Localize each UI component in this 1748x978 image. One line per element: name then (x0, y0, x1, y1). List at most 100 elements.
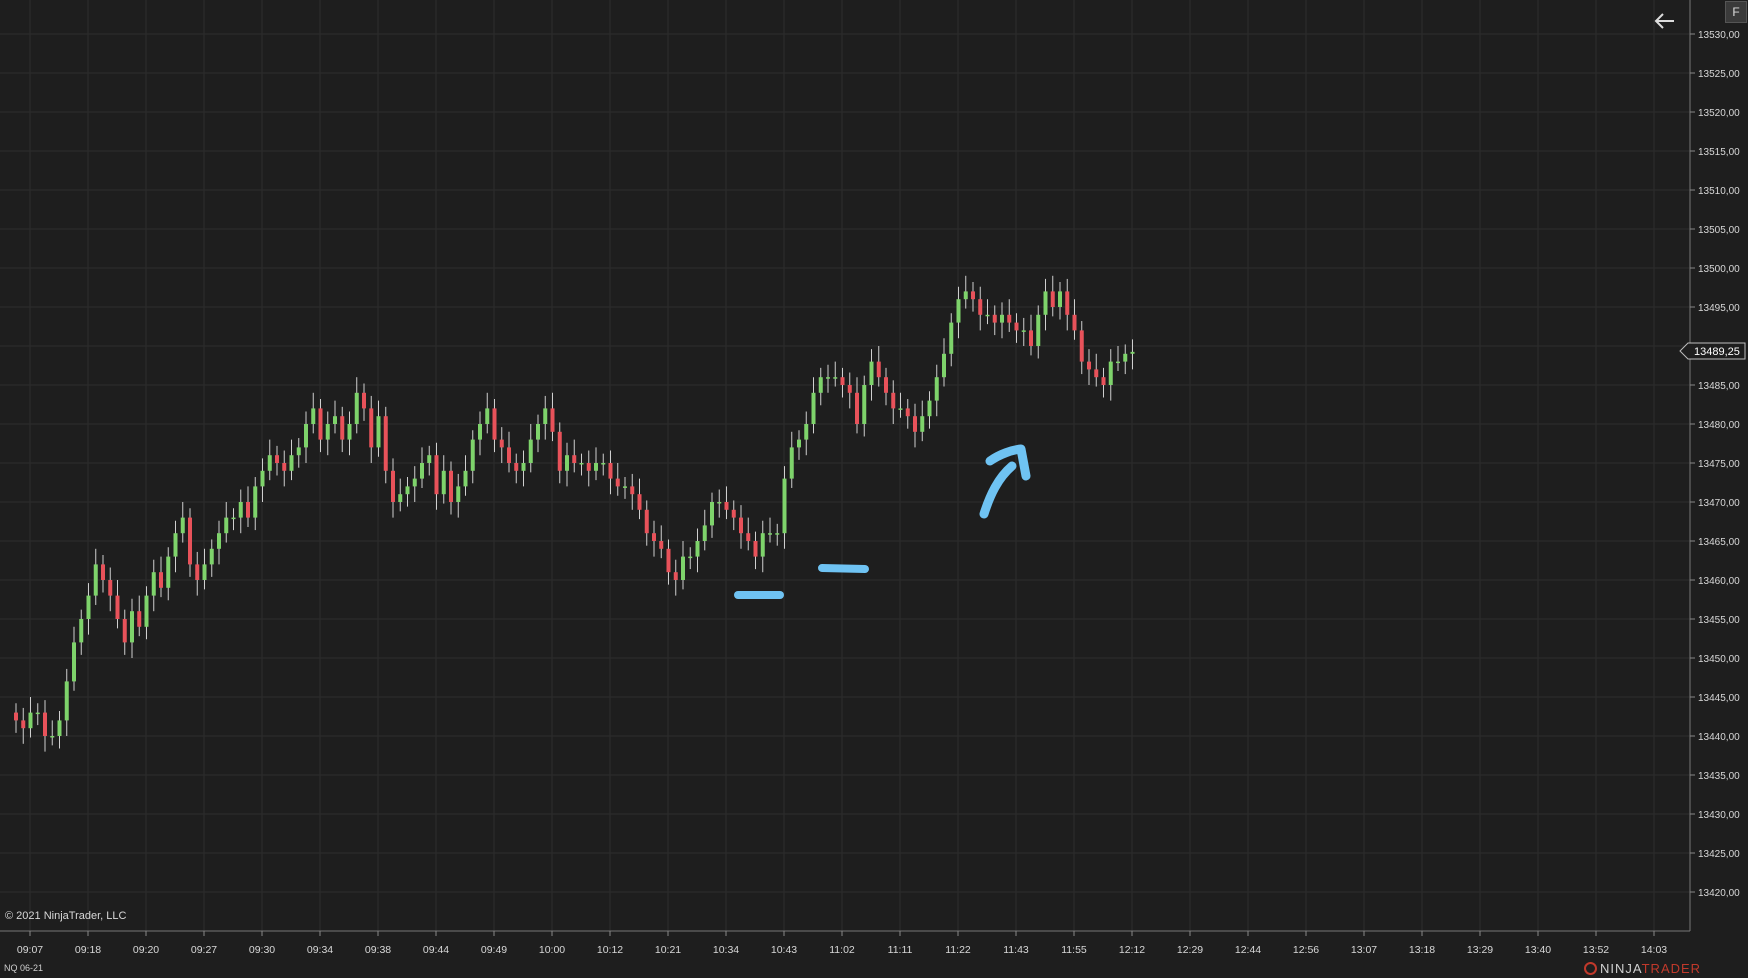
candle-body (304, 424, 308, 448)
candle-body (492, 408, 497, 440)
candle-body (1065, 291, 1070, 315)
y-tick-label: 13520,00 (1698, 108, 1740, 119)
candle-body (362, 392, 366, 409)
candle-body (659, 541, 664, 549)
candle-body (144, 595, 149, 627)
candle-body (615, 478, 620, 487)
candle-body (688, 556, 693, 559)
candle-body (644, 509, 649, 534)
candle-body (586, 463, 591, 471)
candle-body (434, 455, 439, 495)
candle-body (514, 463, 519, 471)
y-tick-label: 13515,00 (1698, 147, 1740, 158)
candle-body (507, 447, 511, 463)
candle-body (985, 314, 990, 317)
last-price-marker: 13489,25 (1679, 342, 1746, 360)
candle-body (130, 611, 134, 643)
price-chart[interactable]: 13530,00 13525,00 13520,00 13515,00 13510,00… (0, 0, 1748, 978)
candle-body (275, 455, 279, 463)
candle-body (826, 377, 830, 379)
candle-body (913, 416, 917, 432)
y-tick-label: 13525,00 (1698, 69, 1740, 80)
y-tick-label: 13435,00 (1698, 771, 1740, 782)
candle-body (942, 353, 946, 378)
candle-body (499, 439, 504, 448)
candle-body (869, 361, 874, 385)
x-tick-label: 10:43 (771, 944, 797, 956)
candle-body (115, 595, 120, 619)
candle-body (202, 564, 207, 580)
x-tick-label: 10:34 (713, 944, 739, 956)
candle-body (1094, 369, 1099, 378)
candle-body (325, 424, 330, 440)
x-tick-label: 09:27 (191, 944, 217, 956)
x-tick-label: 09:30 (249, 944, 275, 956)
candle-body (702, 525, 707, 541)
candle-body (420, 463, 424, 479)
y-tick-label: 13470,00 (1698, 498, 1740, 509)
candle-body (652, 533, 656, 541)
x-tick-label: 12:44 (1235, 944, 1261, 956)
candle-body (695, 541, 700, 557)
candle-body (920, 416, 925, 432)
candle-body (412, 478, 417, 487)
candle-body (1123, 353, 1128, 362)
candle-body (159, 572, 163, 588)
candle-body (463, 470, 468, 487)
x-tick-label: 09:07 (17, 944, 43, 956)
candle-body (137, 611, 142, 627)
y-tick-label: 13430,00 (1698, 810, 1740, 821)
candle-body (398, 494, 403, 502)
candle-body (731, 509, 736, 518)
x-tick-label: 10:12 (597, 944, 623, 956)
candle-body (1043, 291, 1048, 315)
f-button[interactable]: F (1725, 1, 1747, 23)
logo-trader-text: TRADER (1641, 961, 1702, 976)
candle-body (565, 455, 569, 471)
candle-body (528, 439, 533, 463)
x-tick-label: 09:49 (481, 944, 507, 956)
candle-body (340, 416, 345, 440)
candle-body (782, 478, 787, 534)
candle-body (296, 447, 301, 456)
candle-body (35, 712, 40, 715)
candle-body (804, 424, 809, 440)
back-button[interactable] (1652, 8, 1678, 34)
candle-body (1000, 314, 1004, 323)
candle-body (470, 439, 475, 471)
candle-body (949, 322, 954, 354)
y-tick-label: 13480,00 (1698, 420, 1740, 431)
y-tick-label: 13505,00 (1698, 225, 1740, 236)
annotation-low-2 (818, 564, 869, 573)
candle-body (173, 533, 178, 557)
x-tick-label: 09:34 (307, 944, 333, 956)
candle-body (905, 408, 910, 417)
candle-body (282, 463, 287, 471)
candle-body (855, 392, 859, 424)
candle-body (536, 424, 540, 440)
candle-body (391, 470, 395, 502)
candle-body (347, 424, 352, 440)
x-tick-label: 10:00 (539, 944, 565, 956)
y-axis: 13530,00 13525,00 13520,00 13515,00 13510,00… (1690, 30, 1740, 899)
candle-body (847, 385, 852, 393)
candle-body (543, 408, 548, 424)
x-tick-label: 12:12 (1119, 944, 1145, 956)
candle-body (579, 463, 584, 465)
candle-body (1116, 361, 1120, 364)
candle-body (354, 392, 359, 424)
candle-body (485, 408, 490, 424)
candle-body (608, 463, 613, 479)
candle-body (1021, 330, 1026, 332)
candle-body (101, 564, 105, 580)
candle-body (224, 517, 229, 534)
candle-body (862, 385, 867, 424)
y-tick-label: 13450,00 (1698, 654, 1740, 665)
ninjatrader-logo-icon (1584, 962, 1597, 975)
candle-body (630, 486, 635, 495)
candle-body (1079, 330, 1084, 362)
x-tick-label: 13:18 (1409, 944, 1435, 956)
candle-body (572, 455, 577, 463)
candle-body (956, 299, 961, 323)
x-axis: 09:07 09:18 09:20 09:27 09:30 09:34 09:38 09:44… (17, 931, 1667, 956)
